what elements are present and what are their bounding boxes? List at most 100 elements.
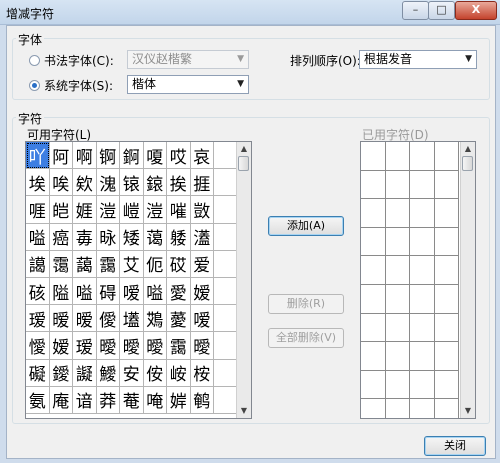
char-cell[interactable]: 挨 [167, 169, 191, 197]
empty-char-cell[interactable] [434, 284, 459, 314]
char-cell[interactable]: 矮 [120, 223, 144, 251]
char-cell[interactable]: 锕 [96, 142, 120, 170]
char-cell[interactable]: 菴 [120, 386, 144, 414]
empty-char-cell[interactable] [361, 399, 386, 418]
char-cell[interactable]: 蔼 [143, 223, 167, 251]
empty-char-cell[interactable] [361, 313, 386, 343]
char-cell[interactable]: 娾 [73, 196, 97, 224]
char-cell[interactable]: 伌 [143, 250, 167, 278]
empty-char-cell[interactable] [385, 256, 410, 285]
empty-char-cell[interactable] [434, 142, 459, 171]
char-cell[interactable]: 艾 [120, 250, 144, 278]
available-scrollbar[interactable]: ▲ ▼ [236, 142, 251, 418]
char-cell[interactable]: 锿 [120, 169, 144, 197]
empty-char-cell[interactable] [410, 142, 435, 171]
char-cell[interactable]: 瑷 [73, 332, 97, 360]
empty-char-cell[interactable] [410, 170, 435, 200]
system-font-radio[interactable]: 系统字体(S): [29, 77, 113, 94]
empty-char-cell[interactable] [361, 370, 386, 400]
empty-char-cell[interactable] [385, 284, 410, 314]
system-font-select[interactable]: 楷体 ▼ [127, 75, 249, 94]
char-cell[interactable]: 唵 [143, 386, 167, 414]
sort-order-select[interactable]: 根据发音 ▼ [359, 50, 477, 69]
used-chars-list[interactable]: ▲ ▼ [360, 141, 476, 419]
empty-char-cell[interactable] [361, 256, 386, 285]
empty-char-cell[interactable] [410, 284, 435, 314]
minimize-button[interactable]: – [402, 1, 429, 20]
maximize-button[interactable]: □ [428, 1, 455, 20]
char-cell[interactable]: 礙 [26, 359, 50, 387]
window-close-button[interactable]: X [455, 1, 497, 20]
char-cell[interactable]: 溰 [143, 196, 167, 224]
char-cell[interactable]: 曖 [120, 332, 144, 360]
char-cell[interactable]: 靄 [96, 250, 120, 278]
char-cell[interactable]: 唉 [49, 169, 73, 197]
empty-char-cell[interactable] [410, 399, 435, 418]
char-cell[interactable]: 啀 [26, 196, 50, 224]
char-cell[interactable]: 嫒 [190, 277, 214, 306]
char-cell[interactable]: 埃 [26, 169, 50, 197]
char-cell[interactable]: 嗳 [120, 277, 144, 306]
char-cell[interactable]: 安 [120, 359, 144, 387]
char-cell[interactable]: 碍 [96, 277, 120, 306]
char-cell[interactable]: 嗳 [190, 305, 214, 333]
scroll-up-icon[interactable]: ▲ [461, 142, 475, 156]
empty-char-cell[interactable] [385, 170, 410, 200]
char-cell[interactable]: 濭 [190, 223, 214, 251]
empty-char-cell[interactable] [434, 370, 459, 400]
empty-char-cell[interactable] [434, 170, 459, 200]
empty-char-cell[interactable] [434, 199, 459, 228]
char-cell[interactable]: 靄 [167, 332, 191, 360]
char-cell[interactable]: 曖 [96, 332, 120, 360]
empty-char-cell[interactable] [385, 199, 410, 228]
delete-all-button[interactable]: 全部删除(V) [268, 328, 344, 348]
char-cell[interactable]: 捱 [190, 169, 214, 197]
char-cell[interactable]: 庵 [49, 386, 73, 414]
char-cell[interactable]: 谙 [73, 386, 97, 414]
char-cell[interactable]: 婩 [167, 386, 191, 414]
char-cell[interactable]: 鱫 [96, 359, 120, 387]
char-cell[interactable]: 溰 [96, 196, 120, 224]
calligraphy-font-select[interactable]: 汉仪赵楷繁 ▼ [127, 50, 249, 69]
empty-char-cell[interactable] [410, 256, 435, 285]
char-cell[interactable]: 暧 [49, 305, 73, 333]
char-cell[interactable]: 霭 [49, 250, 73, 278]
char-cell[interactable]: 嗺 [167, 196, 191, 224]
empty-char-cell[interactable] [361, 284, 386, 314]
char-cell[interactable]: 嫒 [49, 332, 73, 360]
char-cell[interactable]: 躷 [167, 223, 191, 251]
char-cell[interactable]: 啊 [73, 142, 97, 170]
char-cell[interactable]: 癌 [49, 223, 73, 251]
char-cell[interactable]: 鴱 [143, 305, 167, 333]
close-button[interactable]: 关闭 [424, 436, 486, 456]
empty-char-cell[interactable] [361, 342, 386, 371]
empty-char-cell[interactable] [434, 313, 459, 343]
char-cell[interactable]: 嗌 [26, 223, 50, 251]
available-chars-list[interactable]: 吖阿啊锕錒嗄哎哀埃唉欸溾锿鎄挨捱啀皑娾溰嵦溰嗺敳嗌癌毐昹矮蔼躷濭譪霭藹靄艾伌砹爱… [25, 141, 252, 419]
char-cell[interactable]: 溾 [96, 169, 120, 197]
char-cell[interactable]: 欸 [73, 169, 97, 197]
empty-char-cell[interactable] [361, 170, 386, 200]
char-cell[interactable]: 莽 [96, 386, 120, 414]
empty-char-cell[interactable] [386, 399, 410, 418]
delete-button[interactable]: 删除(R) [268, 294, 344, 314]
empty-char-cell[interactable] [385, 342, 410, 371]
char-cell[interactable]: 譺 [73, 359, 97, 387]
char-cell[interactable]: 敳 [190, 196, 214, 224]
char-cell[interactable]: 鹌 [190, 386, 214, 414]
empty-char-cell[interactable] [434, 256, 459, 285]
add-button[interactable]: 添加(A) [268, 216, 344, 236]
empty-char-cell[interactable] [410, 227, 435, 257]
char-cell[interactable]: 鎄 [143, 169, 167, 197]
empty-char-cell[interactable] [410, 342, 435, 371]
scroll-up-icon[interactable]: ▲ [237, 142, 251, 156]
char-cell[interactable]: 峖 [167, 359, 191, 387]
char-cell[interactable]: 昹 [96, 223, 120, 251]
char-cell[interactable]: 氨 [26, 386, 50, 414]
char-cell[interactable]: 薆 [167, 305, 191, 333]
char-cell[interactable]: 嗄 [143, 142, 167, 170]
char-cell[interactable]: 嗌 [143, 277, 167, 306]
scroll-thumb[interactable] [462, 156, 473, 171]
char-cell[interactable]: 藹 [73, 250, 97, 278]
empty-char-cell[interactable] [410, 370, 435, 400]
